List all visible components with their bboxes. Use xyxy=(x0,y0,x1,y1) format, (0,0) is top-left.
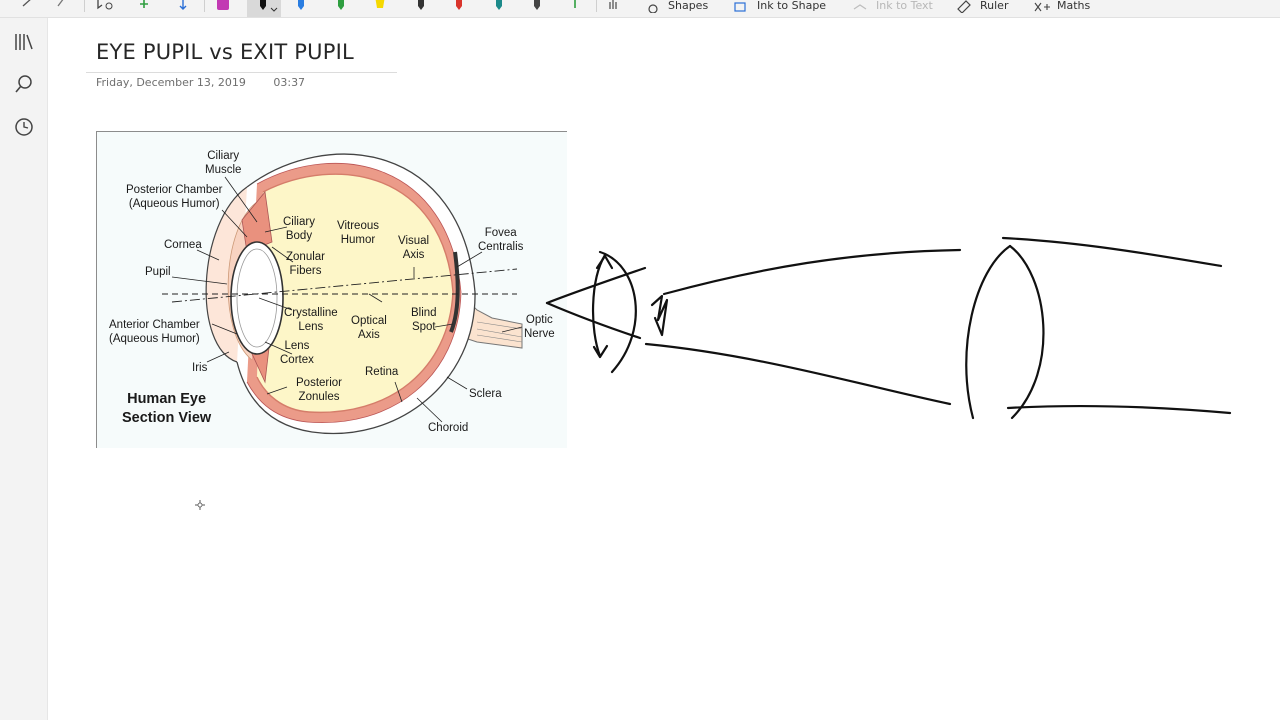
ink-objective-left xyxy=(965,244,1012,420)
ink-tube-top-right xyxy=(1001,236,1223,268)
ink-eye-lens-left xyxy=(591,253,607,358)
ink-eye-sketch[interactable] xyxy=(545,250,647,374)
ink-ray-upper xyxy=(545,266,647,305)
ink-tube-bottom-left xyxy=(644,342,952,406)
ink-eye-lens-right xyxy=(598,250,637,374)
ink-telescope-sketch[interactable] xyxy=(644,236,1232,420)
ink-exit-pupil-scribble xyxy=(650,294,669,337)
ink-tube-bottom-right xyxy=(1006,404,1232,415)
ink-tube-top-left xyxy=(662,248,962,296)
ink-objective-right xyxy=(1008,244,1045,420)
pen-cursor-icon xyxy=(195,500,205,510)
ink-drawing-layer[interactable] xyxy=(0,0,1280,720)
